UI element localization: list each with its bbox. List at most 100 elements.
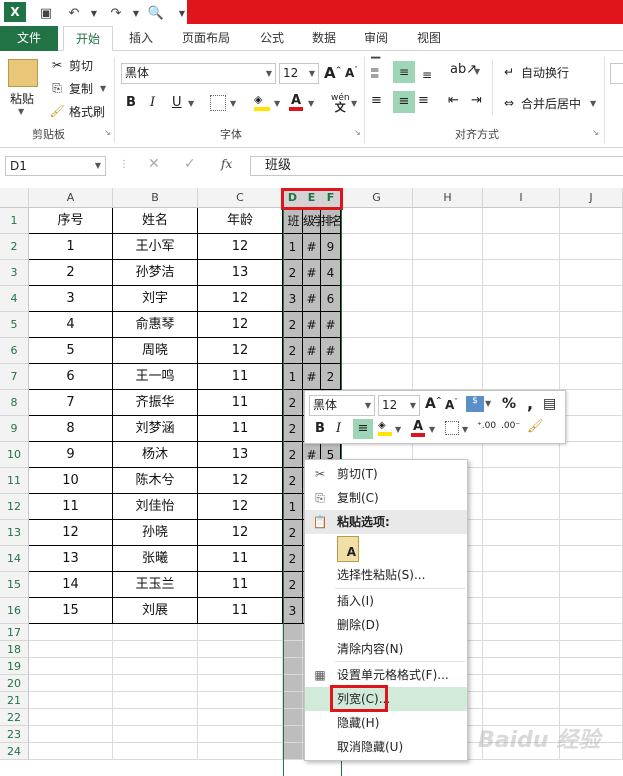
redo-icon[interactable]: ↷ xyxy=(106,3,126,23)
grid-cell[interactable] xyxy=(560,208,623,234)
grid-cell[interactable] xyxy=(413,260,483,286)
phonetic-dropdown-icon[interactable]: ▼ xyxy=(351,99,357,108)
grid-cell[interactable] xyxy=(560,390,623,416)
table-cell[interactable]: # xyxy=(321,338,341,364)
grid-cell[interactable] xyxy=(198,624,283,641)
table-cell[interactable]: 2 xyxy=(283,416,303,442)
paste-icon[interactable] xyxy=(8,59,38,87)
table-cell[interactable]: 12 xyxy=(198,286,283,312)
undo-dropdown-icon[interactable]: ▼ xyxy=(84,3,104,23)
table-cell[interactable]: 2 xyxy=(283,520,303,546)
grid-cell[interactable] xyxy=(341,364,413,390)
row-header[interactable]: 9 xyxy=(0,416,29,442)
grid-cell[interactable] xyxy=(29,709,113,726)
print-preview-icon[interactable]: 🔍 xyxy=(146,3,166,23)
row-header[interactable]: 17 xyxy=(0,624,29,641)
grid-cell[interactable] xyxy=(483,468,560,494)
align-middle-icon[interactable]: ≡ xyxy=(393,61,415,83)
table-cell[interactable]: 9 xyxy=(29,442,113,468)
table-cell[interactable]: 2 xyxy=(283,390,303,416)
column-header-a[interactable]: A xyxy=(29,188,113,208)
table-cell[interactable]: 15 xyxy=(29,598,113,624)
row-header[interactable]: 24 xyxy=(0,743,29,760)
grid-cell[interactable] xyxy=(483,598,560,624)
grid-cell[interactable] xyxy=(198,641,283,658)
table-cell[interactable]: 刘展 xyxy=(113,598,198,624)
grid-cell[interactable] xyxy=(198,709,283,726)
fill-dropdown-icon[interactable]: ▼ xyxy=(274,99,280,108)
table-cell[interactable]: 3 xyxy=(283,598,303,624)
table-cell[interactable]: 12 xyxy=(198,312,283,338)
table-cell[interactable]: 姓名 xyxy=(113,208,198,234)
save-icon[interactable]: ▣ xyxy=(36,3,56,23)
merge-cells-icon[interactable]: ▤ xyxy=(543,396,556,412)
grid-cell[interactable] xyxy=(341,286,413,312)
grid-cell[interactable] xyxy=(283,675,303,692)
menu-item-unhide[interactable]: 取消隐藏(U) xyxy=(305,735,467,759)
table-cell[interactable]: 刘佳怡 xyxy=(113,494,198,520)
grid-cell[interactable] xyxy=(413,234,483,260)
grid-cell[interactable] xyxy=(560,234,623,260)
grid-cell[interactable] xyxy=(483,520,560,546)
grid-cell[interactable] xyxy=(483,364,560,390)
row-header[interactable]: 4 xyxy=(0,286,29,312)
row-header[interactable]: 18 xyxy=(0,641,29,658)
grid-cell[interactable] xyxy=(483,260,560,286)
table-cell[interactable]: 孙晓 xyxy=(113,520,198,546)
table-cell[interactable]: 4 xyxy=(321,260,341,286)
grid-cell[interactable] xyxy=(483,675,560,692)
undo-icon[interactable]: ↶ xyxy=(64,3,84,23)
grid-cell[interactable] xyxy=(560,260,623,286)
row-header[interactable]: 6 xyxy=(0,338,29,364)
grid-cell[interactable] xyxy=(198,692,283,709)
grid-cell[interactable] xyxy=(198,675,283,692)
table-cell[interactable]: 3 xyxy=(29,286,113,312)
row-header[interactable]: 13 xyxy=(0,520,29,546)
mini-font-color-dropdown-icon[interactable]: ▼ xyxy=(429,425,435,434)
row-header[interactable]: 8 xyxy=(0,390,29,416)
mini-italic-button[interactable]: I xyxy=(336,421,341,436)
grid-cell[interactable] xyxy=(483,338,560,364)
table-cell[interactable]: # xyxy=(303,260,321,286)
alignment-launcher-icon[interactable]: ↘ xyxy=(592,128,599,137)
menu-item-copy[interactable]: ⎘ 复制(C) xyxy=(305,486,467,510)
mini-fill-icon[interactable]: ◈ xyxy=(378,420,392,436)
cancel-icon[interactable]: ✕ xyxy=(148,156,160,172)
border-dropdown-icon[interactable]: ▼ xyxy=(230,99,236,108)
table-cell[interactable]: 刘宇 xyxy=(113,286,198,312)
mini-border-icon[interactable] xyxy=(445,421,459,435)
column-header-i[interactable]: I xyxy=(483,188,560,208)
grid-cell[interactable] xyxy=(29,658,113,675)
table-cell[interactable]: 级学 xyxy=(303,208,321,234)
grid-cell[interactable] xyxy=(483,494,560,520)
table-cell[interactable]: 11 xyxy=(198,572,283,598)
menu-item-paste-special[interactable]: 选择性粘贴(S)... xyxy=(305,563,467,587)
font-name-combo[interactable]: 黑体 ▼ xyxy=(121,63,276,84)
column-header-h[interactable]: H xyxy=(413,188,483,208)
table-cell[interactable]: 刘梦涵 xyxy=(113,416,198,442)
table-cell[interactable]: # xyxy=(303,312,321,338)
align-top-icon[interactable]: ▔ ═ ═ xyxy=(371,58,389,82)
grid-cell[interactable] xyxy=(413,312,483,338)
table-cell[interactable]: 齐振华 xyxy=(113,390,198,416)
mini-font-color-icon[interactable]: A xyxy=(411,419,425,437)
column-header-c[interactable]: C xyxy=(198,188,283,208)
mini-center-icon[interactable]: ≡ xyxy=(353,419,373,439)
tab-file[interactable]: 文件 xyxy=(0,26,58,51)
table-cell[interactable]: 13 xyxy=(198,442,283,468)
table-cell[interactable]: # xyxy=(303,286,321,312)
bold-button[interactable]: B xyxy=(126,95,136,110)
row-header[interactable]: 3 xyxy=(0,260,29,286)
column-header-b[interactable]: B xyxy=(113,188,198,208)
table-cell[interactable]: 排名 xyxy=(321,208,341,234)
grid-cell[interactable] xyxy=(413,338,483,364)
row-header[interactable]: 20 xyxy=(0,675,29,692)
grid-cell[interactable] xyxy=(483,546,560,572)
table-cell[interactable]: 12 xyxy=(29,520,113,546)
table-cell[interactable]: 王一鸣 xyxy=(113,364,198,390)
table-cell[interactable]: 2 xyxy=(283,260,303,286)
grid-cell[interactable] xyxy=(413,286,483,312)
menu-item-hide[interactable]: 隐藏(H) xyxy=(305,711,467,735)
underline-dropdown-icon[interactable]: ▼ xyxy=(188,99,194,108)
row-header[interactable]: 11 xyxy=(0,468,29,494)
